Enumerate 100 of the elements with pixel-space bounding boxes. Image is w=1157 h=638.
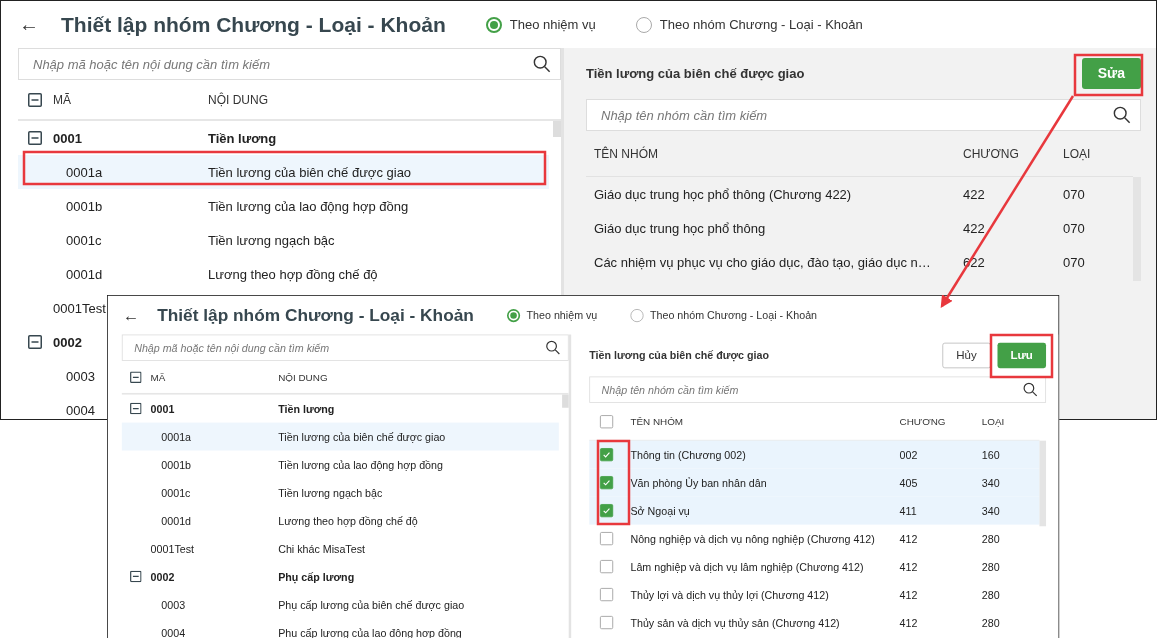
scrollbar[interactable] — [553, 121, 561, 137]
row-code: 0002 — [53, 334, 82, 350]
tree-row[interactable]: 0004 Phụ cấp lương của lao động hợp đồng — [121, 618, 559, 638]
row-content: Tiền lương ngạch bậc — [278, 486, 383, 499]
search-field[interactable]: Nhập mã hoặc tên nội dung cần tìm kiếm — [18, 48, 561, 80]
table-row[interactable]: Nông nghiệp và dịch vụ nông nghiệp (Chương 412) 412 280 — [589, 524, 1040, 553]
table-cell: 412 — [899, 560, 918, 573]
row-code: 0001Test — [150, 542, 195, 555]
tree-row[interactable]: 0001Test — [18, 291, 106, 325]
table-cell: 340 — [981, 476, 1000, 489]
checkbox[interactable] — [600, 532, 614, 546]
row-content: Lương theo hợp đồng chế độ — [278, 514, 418, 527]
tree-row[interactable]: 0001d Lương theo hợp đồng chế độ — [121, 506, 559, 535]
checkbox[interactable] — [600, 504, 614, 518]
action-button[interactable]: Hủy — [942, 342, 991, 368]
table-row[interactable]: Sở Ngoại vụ 411 340 — [589, 496, 1040, 525]
collapse-icon[interactable] — [28, 92, 42, 107]
search-icon — [545, 340, 561, 356]
checkbox[interactable] — [600, 588, 614, 602]
row-content: Tiền lương của biên chế được giao — [278, 430, 446, 443]
table-cell: Lâm nghiệp và dịch vụ lâm nghiệp (Chương 412) — [630, 560, 864, 573]
table-row[interactable]: Thủy sản và dịch vụ thủy sản (Chương 412) 412 280 — [589, 608, 1040, 637]
tree-row[interactable]: 0003 Phụ cấp lương của biên chế được giao — [121, 590, 559, 619]
panel-title: Tiền lương của biên chế được giao — [589, 348, 769, 362]
radio-option[interactable]: Theo nhiệm vụ — [485, 16, 596, 33]
tree-row[interactable]: 0001a Tiền lương của biên chế được giao — [121, 422, 559, 451]
panel-title: Tiền lương của biên chế được giao — [586, 65, 805, 81]
row-code: 0001d — [160, 514, 192, 527]
table-row[interactable]: Giáo dục trung học phổ thông 422 070 — [586, 211, 1133, 245]
table-row[interactable]: Giáo dục trung học phổ thông (Chương 422) 422 070 — [586, 177, 1133, 211]
tree-row[interactable]: 0001c Tiền lương ngạch bậc — [121, 478, 559, 507]
table-row[interactable]: Thủy lợi và dịch vụ thủy lợi (Chương 412) 412 280 — [589, 580, 1040, 609]
table-cell: Giáo dục trung học phổ thông (Chương 422) — [594, 186, 852, 202]
table-row[interactable]: Lâm nghiệp và dịch vụ lâm nghiệp (Chương 412) 412 280 — [589, 552, 1040, 581]
column-header: NỘI DUNG — [278, 371, 328, 383]
checkbox[interactable] — [600, 448, 614, 462]
row-code: 0001b — [160, 458, 192, 471]
page-title: Thiết lập nhóm Chương - Loại - Khoản — [157, 305, 474, 326]
column-header: TÊN NHÓM — [629, 415, 685, 428]
search-field[interactable]: Nhập tên nhóm cần tìm kiếm — [586, 99, 1141, 131]
table-cell: 070 — [1063, 254, 1085, 270]
table-cell: 070 — [1063, 220, 1085, 236]
tree-row[interactable]: 0001c Tiền lương ngạch bậc — [18, 223, 549, 257]
tree-row[interactable]: 0001b Tiền lương của lao động hợp đồng — [121, 450, 559, 479]
table-cell: Các nhiệm vụ phục vụ cho giáo dục, đào tạo, giáo dục n… — [594, 254, 931, 270]
radio-label: Theo nhiệm vụ — [509, 17, 596, 32]
table-row[interactable]: Thông tin (Chương 002) 002 160 — [589, 440, 1040, 469]
tree-row[interactable]: 0001 Tiền lương — [121, 394, 559, 423]
checkbox[interactable] — [600, 414, 614, 428]
checkbox[interactable] — [600, 615, 614, 630]
radio-option[interactable]: Theo nhóm Chương - Loại - Khoản — [630, 308, 818, 322]
table-cell: 405 — [899, 476, 918, 489]
tree-row[interactable]: 0001d Lương theo hợp đồng chế độ — [18, 257, 549, 291]
row-code: 0001b — [65, 198, 103, 214]
back-button[interactable]: ← — [19, 13, 49, 36]
scrollbar[interactable] — [1039, 440, 1047, 527]
row-content: Phụ cấp lương của lao động hợp đồng — [278, 626, 462, 638]
row-content: Lương theo hợp đồng chế độ — [208, 266, 378, 282]
tree-row[interactable]: 0001b Tiền lương của lao động hợp đồng — [18, 189, 549, 223]
radio-option[interactable]: Theo nhiệm vụ — [506, 308, 598, 322]
checkbox[interactable] — [600, 476, 614, 490]
table-cell: 160 — [981, 448, 1000, 461]
table-cell: 412 — [899, 616, 918, 629]
collapse-icon[interactable] — [130, 371, 142, 383]
search-field[interactable]: Nhập mã hoặc tên nội dung cần tìm kiếm — [121, 334, 569, 361]
expand-toggle-icon[interactable] — [28, 131, 42, 145]
row-code: 0001 — [150, 402, 175, 415]
scrollbar[interactable] — [562, 394, 569, 408]
search-icon — [533, 55, 551, 73]
expand-toggle-icon[interactable] — [130, 402, 142, 415]
row-content: Chi khác MisaTest — [278, 542, 365, 555]
row-code: 0003 — [160, 598, 186, 611]
tree-row[interactable]: 0001 Tiền lương — [18, 121, 549, 155]
tree-row[interactable]: 0004 — [18, 393, 95, 419]
column-header: NỘI DUNG — [208, 92, 268, 107]
tree-row[interactable]: 0002 — [18, 325, 82, 359]
expand-toggle-icon[interactable] — [130, 570, 142, 583]
search-field[interactable]: Nhập tên nhóm cần tìm kiếm — [589, 376, 1047, 403]
expand-toggle-icon[interactable] — [28, 335, 42, 349]
table-row[interactable]: Văn phòng Ủy ban nhân dân 405 340 — [589, 468, 1040, 497]
row-code: 0001Test — [53, 300, 106, 316]
tree-row[interactable]: 0003 — [18, 359, 95, 393]
tree-row[interactable]: 0002 Phụ cấp lương — [121, 562, 559, 591]
tree-row[interactable]: 0001a Tiền lương của biên chế được giao — [18, 155, 549, 189]
row-code: 0004 — [65, 402, 95, 418]
table-cell: 280 — [981, 616, 1000, 629]
table-cell: 002 — [899, 448, 918, 461]
checkbox[interactable] — [600, 560, 614, 574]
row-content: Phụ cấp lương của biên chế được giao — [278, 598, 465, 611]
tree-row[interactable]: 0001Test Chi khác MisaTest — [121, 534, 559, 563]
row-content: Tiền lương — [278, 402, 335, 415]
table-cell: Thủy sản và dịch vụ thủy sản (Chương 412) — [630, 616, 840, 629]
row-content: Tiền lương ngạch bậc — [208, 232, 335, 248]
back-button[interactable]: ← — [122, 305, 148, 325]
table-cell: Nông nghiệp và dịch vụ nông nghiệp (Chương 412) — [630, 532, 875, 545]
column-header: LOẠI — [981, 415, 1006, 428]
row-code: 0001a — [160, 430, 192, 443]
row-code: 0001d — [65, 266, 103, 282]
table-cell: Sở Ngoại vụ — [630, 504, 690, 517]
radio-option[interactable]: Theo nhóm Chương - Loại - Khoản — [635, 16, 863, 33]
